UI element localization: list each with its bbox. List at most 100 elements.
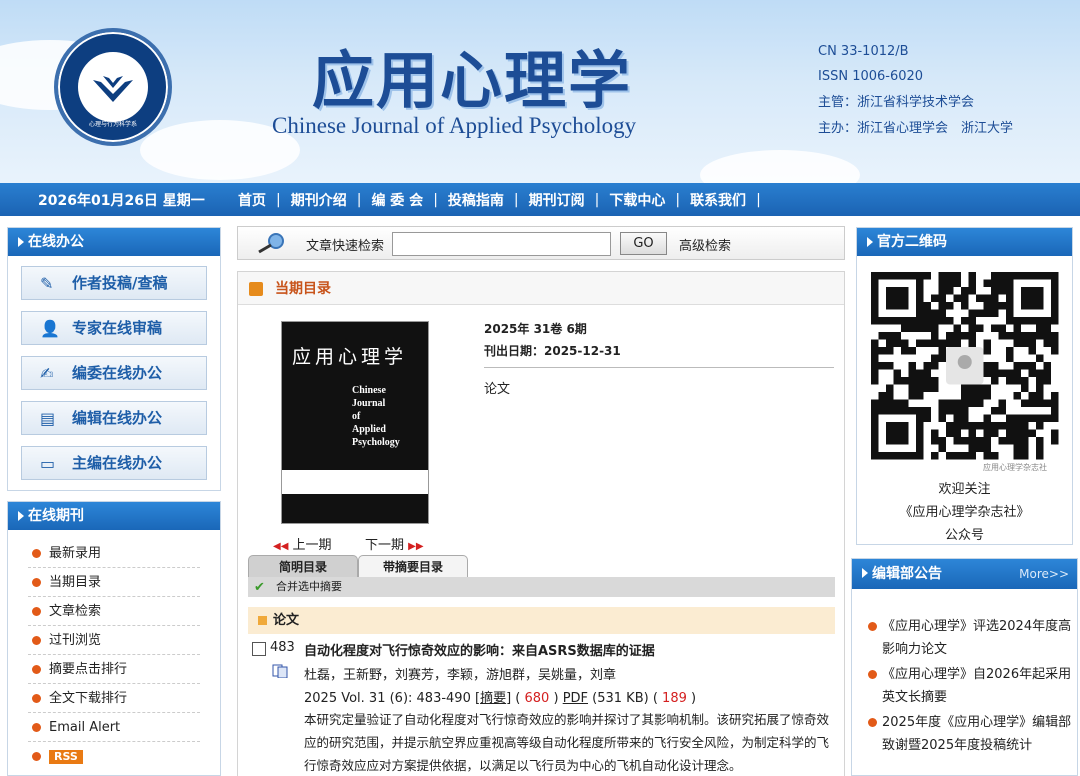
cover-en-line: Applied <box>352 424 386 435</box>
nav-editorial-board[interactable]: 编 委 会 <box>371 190 423 210</box>
speaker-icon <box>249 282 263 296</box>
nav-separator: | <box>356 191 362 208</box>
article-abstract: 本研究定量验证了自动化程度对飞行惊奇效应的影响并探讨了其影响机制。该研究拓展了惊… <box>304 712 830 773</box>
advanced-search-link[interactable]: 高级检索 <box>679 235 731 254</box>
sponsor-main: 主管：浙江省科学技术学会 <box>818 95 975 110</box>
pdf-link[interactable]: PDF <box>563 691 588 706</box>
nav-separator: | <box>433 191 438 208</box>
link-current-issue[interactable]: 当期目录 <box>28 568 200 597</box>
zju-logo[interactable]: 心理与行为科学系 <box>54 28 172 146</box>
current-date: 2026年01月26日 星期一 <box>38 192 205 209</box>
article-citation: 2025 Vol. 31 (6): 483-490 [摘要] ( 680 ) P… <box>304 691 697 706</box>
cover-en-line: of <box>352 411 361 422</box>
issue-info: 2025年 31卷 6期 刊出日期：2025-12-31 <box>484 318 621 362</box>
expert-review-button[interactable]: 👤 专家在线审稿 <box>21 311 207 345</box>
user-icon: 👤 <box>40 319 60 338</box>
merge-selected-abstracts[interactable]: ✔ 合并选中摘要 <box>248 577 835 597</box>
author-submit-button[interactable]: ✎ 作者投稿/查稿 <box>21 266 207 300</box>
cover-band <box>282 470 428 494</box>
notices-panel: 编辑部公告 More>> 《应用心理学》评选2024年度高影响力论文 《应用心理… <box>851 558 1078 776</box>
link-email-alert[interactable]: Email Alert <box>28 713 200 742</box>
nav-separator: | <box>276 191 281 208</box>
notice-item[interactable]: 《应用心理学》自2026年起采用英文长摘要 <box>868 663 1074 709</box>
monitor-icon: ▭ <box>40 454 56 473</box>
double-right-arrow-icon: ▶▶ <box>408 541 424 552</box>
cover-title: 应用心理学 <box>292 346 408 368</box>
tab-brief-toc[interactable]: 简明目录 <box>248 555 358 577</box>
nav-home[interactable]: 首页 <box>238 190 266 210</box>
document-icon <box>272 664 288 678</box>
nav-subscribe[interactable]: 期刊订阅 <box>529 190 585 210</box>
divider <box>484 367 834 368</box>
article-entry: 483 自动化程度对飞行惊奇效应的影响：来自ASRS数据库的证据 杜磊，王新野，… <box>248 634 835 776</box>
nav-contact[interactable]: 联系我们 <box>690 190 746 210</box>
tab-abstract-toc[interactable]: 带摘要目录 <box>358 555 468 577</box>
prev-issue-link[interactable]: ◀◀ 上一期 <box>273 534 332 553</box>
cloud-decoration <box>700 150 860 183</box>
cover-en-line: Psychology <box>352 437 400 448</box>
section-header: 论文 <box>248 607 835 634</box>
article-title[interactable]: 自动化程度对飞行惊奇效应的影响：来自ASRS数据库的证据 <box>304 640 655 659</box>
notice-item[interactable]: 《应用心理学》评选2024年度高影响力论文 <box>868 615 1074 661</box>
rss-button[interactable]: RSS <box>49 750 83 764</box>
nav-submission-guide[interactable]: 投稿指南 <box>448 190 504 210</box>
link-past-issues[interactable]: 过刊浏览 <box>28 626 200 655</box>
nav-separator: | <box>513 191 519 208</box>
button-label: 编委在线办公 <box>72 364 163 382</box>
notice-item[interactable]: 2025年度《应用心理学》编辑部致谢暨2025年度投稿统计 <box>868 711 1074 757</box>
journal-title-en: Chinese Journal of Applied Psychology <box>272 113 637 138</box>
go-button[interactable]: GO <box>620 232 667 255</box>
cn-code: CN 33-1012/B <box>818 44 909 59</box>
cover-en-line: Chinese <box>352 385 386 396</box>
next-issue-link[interactable]: 下一期 ▶▶ <box>365 534 424 553</box>
qr-caption-line: 欢迎关注 <box>938 482 991 497</box>
main-nav: 2026年01月26日 星期一 首页 | 期刊介绍 | 编 委 会 | 投稿指南 | 期… <box>0 183 1080 216</box>
qrcode-panel: 官方二维码 应用心理学杂志社 欢迎关注 《应用心理学杂志社》 公众号 <box>856 227 1073 545</box>
nav-downloads[interactable]: 下载中心 <box>609 190 665 210</box>
search-input[interactable] <box>392 232 611 256</box>
sponsor-host: 主办：浙江省心理学会 浙江大学 <box>818 121 1014 136</box>
rss-item: RSS <box>28 742 200 771</box>
category-link[interactable]: 论文 <box>484 378 510 397</box>
button-label: 主编在线办公 <box>72 454 163 472</box>
current-issue-heading: 当期目录 <box>275 281 331 297</box>
link-article-search[interactable]: 文章检索 <box>28 597 200 626</box>
link-download-ranking[interactable]: 全文下载排行 <box>28 684 200 713</box>
article-page: 483 <box>270 640 295 655</box>
citation-text: 2025 Vol. 31 (6): 483-490 <box>304 691 471 706</box>
online-journal-panel: 在线期刊 最新录用 当期目录 文章检索 过刊浏览 摘要点击排行 全文下载排行 E… <box>7 501 221 776</box>
abstract-link[interactable]: 摘要 <box>480 691 506 706</box>
online-office-panel: 在线办公 ✎ 作者投稿/查稿 👤 专家在线审稿 ✍ 编委在线办公 ▤ 编辑在线办公 ▭ 主… <box>7 227 221 491</box>
online-office-title: 在线办公 <box>8 228 220 256</box>
issn: ISSN 1006-6020 <box>818 69 924 84</box>
prev-label: 上一期 <box>292 538 332 553</box>
cover-en-line: Journal <box>352 398 386 409</box>
nav-separator: | <box>594 191 600 208</box>
article-authors: 杜磊，王新野，刘赛芳，李颖，游旭群，吴姚量，刘章 <box>304 668 617 683</box>
nav-separator: | <box>675 191 681 208</box>
header-banner: 心理与行为科学系 应用心理学 Chinese Journal of Applie… <box>0 0 1080 183</box>
chief-editor-office-button[interactable]: ▭ 主编在线办公 <box>21 446 207 480</box>
editor-board-office-button[interactable]: ✍ 编委在线办公 <box>21 356 207 390</box>
journal-title-cn: 应用心理学 <box>312 44 633 117</box>
link-abstract-ranking[interactable]: 摘要点击排行 <box>28 655 200 684</box>
qr-caption: 欢迎关注 《应用心理学杂志社》 公众号 <box>857 478 1072 547</box>
check-icon: ✔ <box>254 580 265 595</box>
current-issue-panel: 当期目录 应用心理学 Chinese Journal of Applied Ps… <box>237 271 845 776</box>
more-link[interactable]: More>> <box>1019 559 1069 589</box>
qr-caption-line: 《应用心理学杂志社》 <box>899 505 1030 520</box>
editor-office-button[interactable]: ▤ 编辑在线办公 <box>21 401 207 435</box>
issue-volume: 2025年 31卷 6期 <box>484 322 587 336</box>
logo-text: 心理与行为科学系 <box>88 121 137 128</box>
nav-journal-intro[interactable]: 期刊介绍 <box>291 190 347 210</box>
issue-cover[interactable]: 应用心理学 Chinese Journal of Applied Psychol… <box>281 321 429 524</box>
notebook-icon: ▤ <box>40 409 56 428</box>
article-checkbox[interactable] <box>252 642 266 656</box>
link-latest-accepted[interactable]: 最新录用 <box>28 539 200 568</box>
button-label: 作者投稿/查稿 <box>72 274 168 292</box>
online-journal-title: 在线期刊 <box>8 502 220 530</box>
pdf-count: 189 <box>662 691 687 706</box>
nav-separator: | <box>756 191 761 208</box>
qrcode-title: 官方二维码 <box>857 228 1072 256</box>
button-label: 编辑在线办公 <box>72 409 163 427</box>
